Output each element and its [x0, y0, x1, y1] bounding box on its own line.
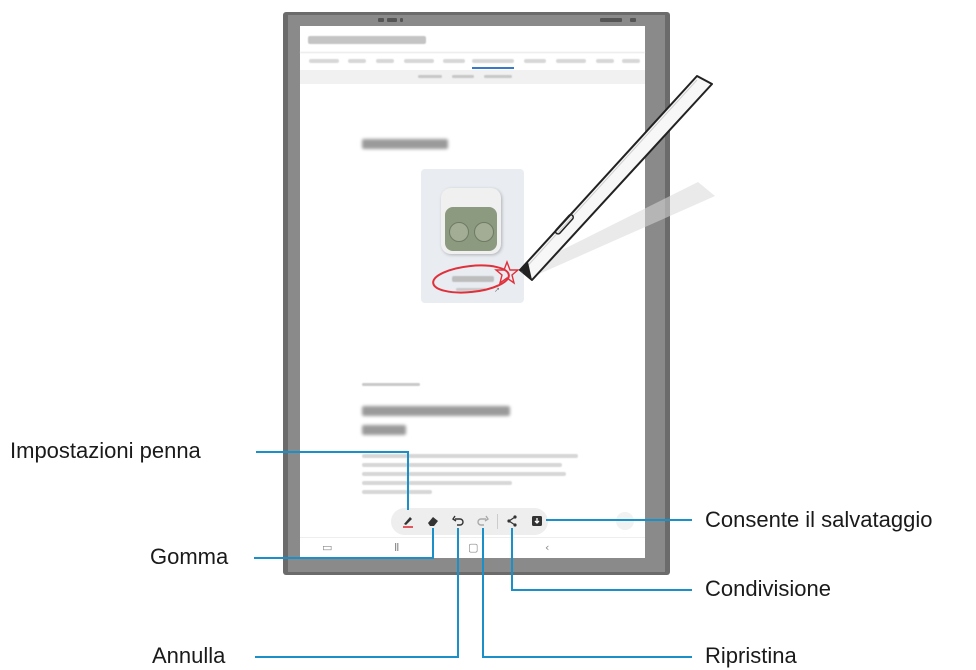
callout-line-redo [482, 528, 692, 658]
label-pen-settings: Impostazioni penna [10, 438, 201, 463]
callout-line-share [511, 528, 692, 591]
label-eraser: Gomma [150, 544, 229, 569]
label-save: Consente il salvataggio [705, 507, 933, 532]
callout-line-eraser [254, 528, 434, 559]
callout-lines [254, 451, 692, 658]
label-undo: Annulla [152, 643, 226, 668]
callout-line-undo [255, 528, 459, 658]
callout-line-pen [256, 451, 409, 510]
label-share: Condivisione [705, 576, 831, 601]
label-redo: Ripristina [705, 643, 797, 668]
